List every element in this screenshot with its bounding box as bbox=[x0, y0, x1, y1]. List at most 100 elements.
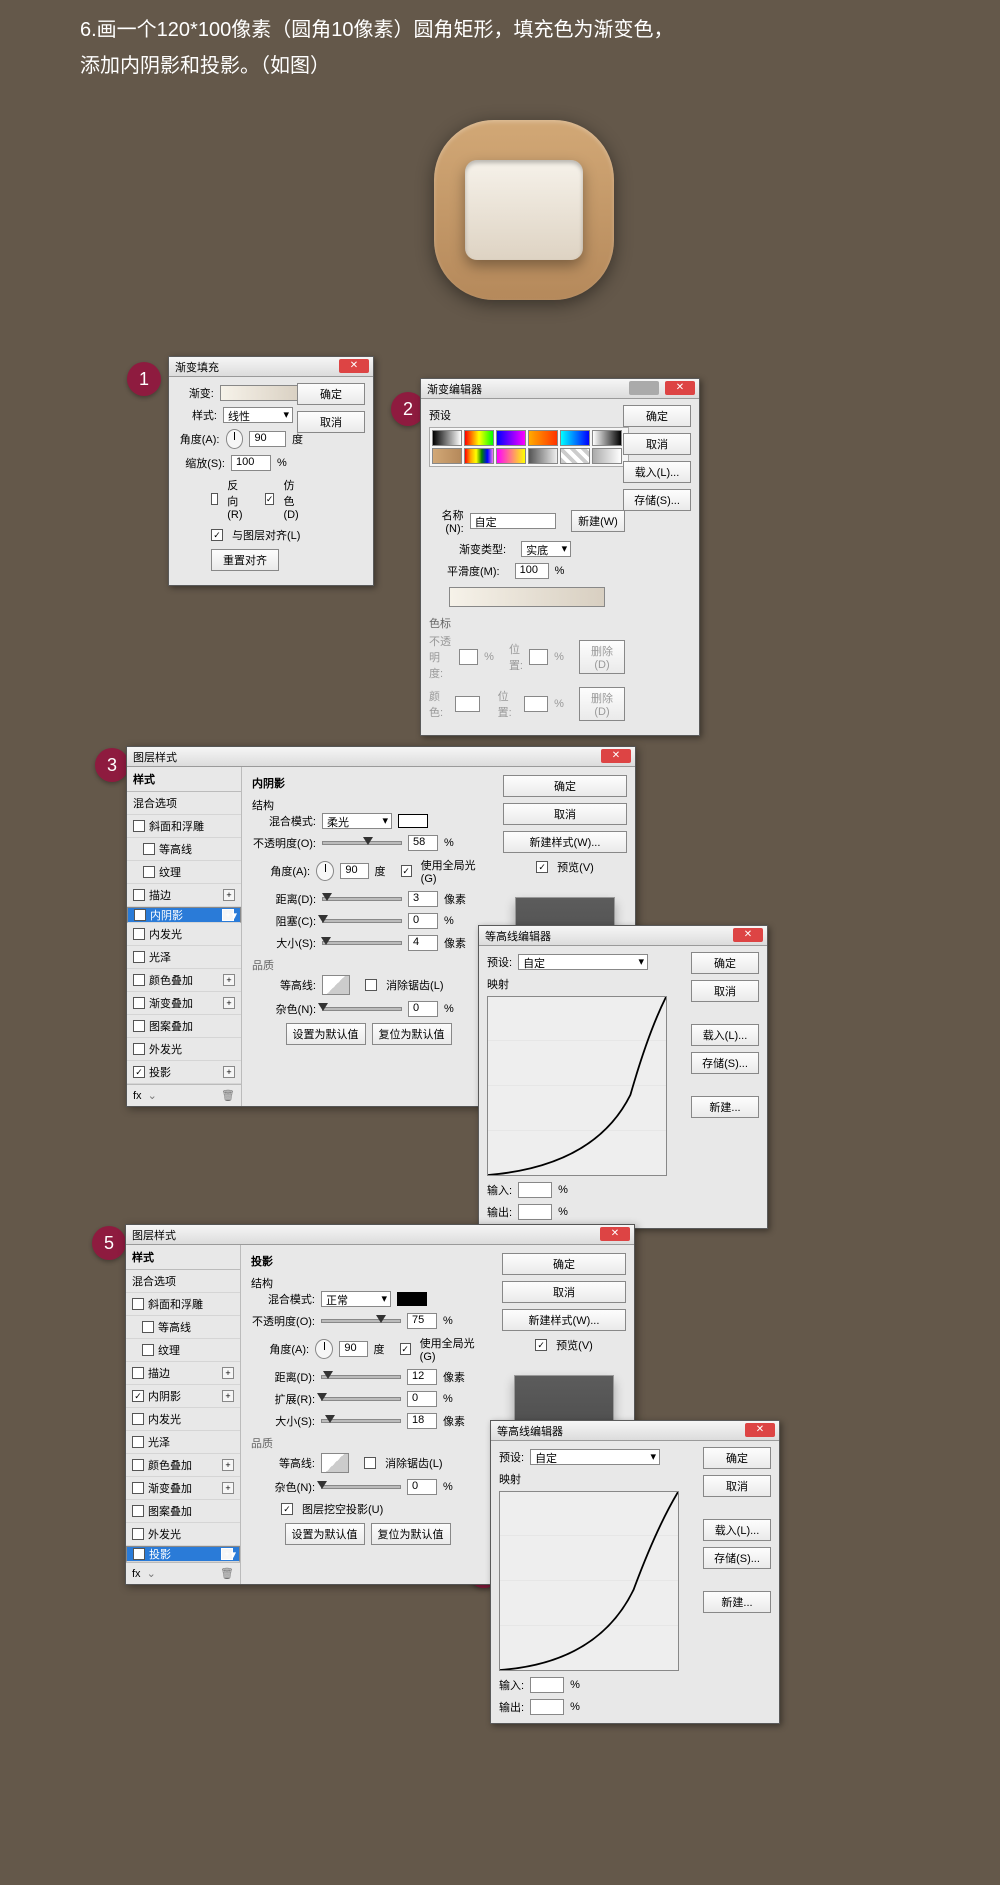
delete-button[interactable]: 删除(D) bbox=[579, 640, 625, 674]
save-button[interactable]: 存储(S)... bbox=[691, 1052, 759, 1074]
choke-slider[interactable] bbox=[322, 919, 402, 923]
stop-color-input[interactable] bbox=[455, 696, 479, 712]
antialias-checkbox[interactable] bbox=[365, 979, 377, 991]
reset-align-button[interactable]: 重置对齐 bbox=[211, 549, 279, 571]
set-default-button[interactable]: 设置为默认值 bbox=[285, 1523, 365, 1545]
ls-item[interactable]: 颜色叠加+ bbox=[126, 1454, 240, 1477]
ls-item[interactable]: 描边+ bbox=[126, 1362, 240, 1385]
ls-sidebar-footer[interactable]: fx⌄🗑 bbox=[127, 1084, 241, 1106]
style-select[interactable]: 线性 bbox=[223, 407, 293, 423]
ls-item-checkbox[interactable] bbox=[133, 1548, 145, 1560]
opacity-input[interactable]: 58 bbox=[408, 835, 438, 851]
ls-item-checkbox[interactable] bbox=[133, 1066, 145, 1078]
ls-item-checkbox[interactable] bbox=[133, 928, 145, 940]
dither-checkbox[interactable] bbox=[265, 493, 275, 505]
plus-icon[interactable]: + bbox=[222, 1390, 234, 1402]
input-value[interactable] bbox=[530, 1677, 564, 1693]
distance-slider[interactable] bbox=[322, 897, 402, 901]
size-input[interactable]: 4 bbox=[408, 935, 438, 951]
ls-item-blend[interactable]: 混合选项 bbox=[126, 1270, 240, 1293]
spread-input[interactable]: 0 bbox=[407, 1391, 437, 1407]
gradient-fill-titlebar[interactable]: 渐变填充 ✕ bbox=[169, 357, 373, 377]
ls-item-checkbox[interactable] bbox=[133, 974, 145, 986]
smooth-input[interactable]: 100 bbox=[515, 563, 549, 579]
ls-item[interactable]: 颜色叠加+ bbox=[127, 969, 241, 992]
opacity-input[interactable]: 75 bbox=[407, 1313, 437, 1329]
angle-dial[interactable] bbox=[316, 861, 334, 881]
new-style-button[interactable]: 新建样式(W)... bbox=[503, 831, 627, 853]
gradient-editor-titlebar[interactable]: 渐变编辑器 ✕ bbox=[421, 379, 699, 399]
close-icon[interactable]: ✕ bbox=[601, 749, 631, 763]
plus-icon[interactable]: + bbox=[222, 909, 234, 921]
ls-item-checkbox[interactable] bbox=[132, 1298, 144, 1310]
stop-pos-input-2[interactable] bbox=[524, 696, 548, 712]
ls-item[interactable]: 纹理 bbox=[126, 1339, 240, 1362]
ls-item[interactable]: 内发光 bbox=[127, 923, 241, 946]
gradient-presets[interactable] bbox=[429, 427, 629, 467]
ls-item-checkbox[interactable] bbox=[132, 1482, 144, 1494]
save-button[interactable]: 存储(S)... bbox=[703, 1547, 771, 1569]
align-checkbox[interactable] bbox=[211, 529, 223, 541]
ls-item[interactable]: 内发光 bbox=[126, 1408, 240, 1431]
blend-color-swatch[interactable] bbox=[397, 1292, 427, 1306]
ok-button[interactable]: 确定 bbox=[691, 952, 759, 974]
ls-item[interactable]: 渐变叠加+ bbox=[126, 1477, 240, 1500]
ls-item[interactable]: 光泽 bbox=[127, 946, 241, 969]
noise-input[interactable]: 0 bbox=[407, 1479, 437, 1495]
opacity-slider[interactable] bbox=[321, 1319, 401, 1323]
ls-item-checkbox[interactable] bbox=[133, 889, 145, 901]
contour-graph[interactable] bbox=[487, 996, 667, 1176]
size-input[interactable]: 18 bbox=[407, 1413, 437, 1429]
ls-item[interactable]: 投影+ bbox=[126, 1546, 240, 1562]
angle-input[interactable]: 90 bbox=[340, 863, 368, 879]
output-value[interactable] bbox=[518, 1204, 552, 1220]
ls-item-checkbox[interactable] bbox=[132, 1505, 144, 1517]
gradient-bar[interactable] bbox=[449, 587, 605, 607]
spread-slider[interactable] bbox=[321, 1397, 401, 1401]
load-button[interactable]: 载入(L)... bbox=[703, 1519, 771, 1541]
cancel-button[interactable]: 取消 bbox=[703, 1475, 771, 1497]
knockout-checkbox[interactable] bbox=[281, 1503, 293, 1515]
ls-item-checkbox[interactable] bbox=[134, 909, 146, 921]
plus-icon[interactable]: + bbox=[222, 1482, 234, 1494]
ok-button[interactable]: 确定 bbox=[297, 383, 365, 405]
ls-item[interactable]: 斜面和浮雕 bbox=[126, 1293, 240, 1316]
ok-button[interactable]: 确定 bbox=[623, 405, 691, 427]
contour-picker[interactable] bbox=[322, 975, 350, 995]
global-light-checkbox[interactable] bbox=[400, 1343, 411, 1355]
close-icon[interactable]: ✕ bbox=[733, 928, 763, 942]
angle-dial[interactable] bbox=[226, 429, 244, 449]
choke-input[interactable]: 0 bbox=[408, 913, 438, 929]
ls-item-checkbox[interactable] bbox=[132, 1413, 144, 1425]
preview-checkbox[interactable] bbox=[535, 1339, 547, 1351]
new-button[interactable]: 新建... bbox=[703, 1591, 771, 1613]
ls-item-checkbox[interactable] bbox=[142, 1321, 154, 1333]
ls-item[interactable]: 外发光 bbox=[127, 1038, 241, 1061]
angle-dial[interactable] bbox=[315, 1339, 333, 1359]
ls-sidebar-footer[interactable]: fx⌄🗑 bbox=[126, 1562, 240, 1584]
preset-select[interactable]: 自定 bbox=[518, 954, 648, 970]
preview-checkbox[interactable] bbox=[536, 861, 548, 873]
ls-item-blend[interactable]: 混合选项 bbox=[127, 792, 241, 815]
preset-select[interactable]: 自定 bbox=[530, 1449, 660, 1465]
load-button[interactable]: 载入(L)... bbox=[623, 461, 691, 483]
ls-item[interactable]: 斜面和浮雕 bbox=[127, 815, 241, 838]
ls-drop-titlebar[interactable]: 图层样式 ✕ bbox=[126, 1225, 634, 1245]
reverse-checkbox[interactable] bbox=[211, 493, 218, 505]
plus-icon[interactable]: + bbox=[221, 1548, 233, 1560]
new-style-button[interactable]: 新建样式(W)... bbox=[502, 1309, 626, 1331]
angle-input[interactable]: 90 bbox=[249, 431, 286, 447]
ls-item-checkbox[interactable] bbox=[132, 1459, 144, 1471]
scale-input[interactable]: 100 bbox=[231, 455, 271, 471]
output-value[interactable] bbox=[530, 1699, 564, 1715]
cancel-button[interactable]: 取消 bbox=[623, 433, 691, 455]
set-default-button[interactable]: 设置为默认值 bbox=[286, 1023, 366, 1045]
input-value[interactable] bbox=[518, 1182, 552, 1198]
contour-graph[interactable] bbox=[499, 1491, 679, 1671]
opacity-slider[interactable] bbox=[322, 841, 402, 845]
ok-button[interactable]: 确定 bbox=[503, 775, 627, 797]
antialias-checkbox[interactable] bbox=[364, 1457, 376, 1469]
contour-picker[interactable] bbox=[321, 1453, 349, 1473]
global-light-checkbox[interactable] bbox=[401, 865, 412, 877]
ls-item[interactable]: 外发光 bbox=[126, 1523, 240, 1546]
